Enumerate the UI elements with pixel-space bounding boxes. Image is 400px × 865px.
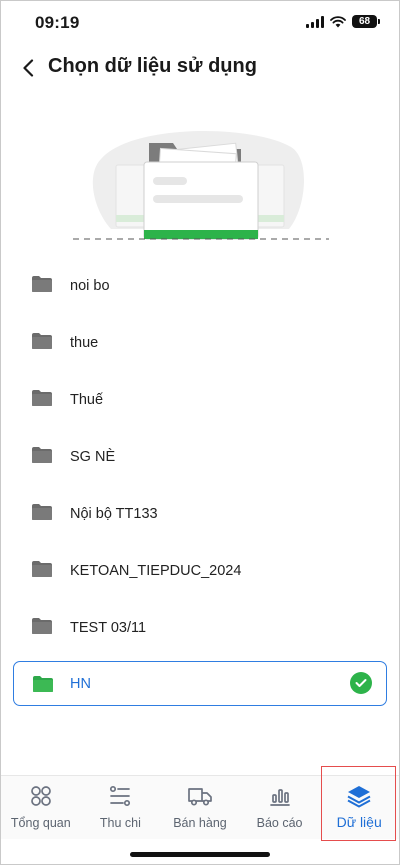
chart-icon [267,784,293,808]
battery-level: 68 [358,16,371,27]
folder-icon [32,447,52,463]
header: Chọn dữ liệu sử dụng [1,49,399,89]
nav-item-ban-hang[interactable]: Bán hàng [160,776,240,839]
folder-name: HN [70,675,91,692]
nav-label: Thu chi [99,816,141,830]
bottom-nav: Tổng quan Thu chi Bán hàng Báo cáo Dữ li… [1,766,399,841]
folder-icon [32,276,52,292]
folder-item[interactable]: KETOAN_TIEPDUC_2024 [1,542,399,599]
nav-item-du-lieu[interactable]: Dữ liệu [319,766,399,841]
folder-item[interactable]: TEST 03/11 [1,599,399,656]
folder-name: Thuế [70,391,104,408]
empty-folder-illustration [73,131,329,240]
nav-label: Báo cáo [256,816,303,830]
signal-icon [306,15,324,28]
nav-item-tong-quan[interactable]: Tổng quan [1,776,81,839]
folder-name: TEST 03/11 [70,619,147,636]
grid-icon [28,784,54,808]
list-icon [107,784,133,808]
folder-name: thue [70,334,99,351]
folder-name: KETOAN_TIEPDUC_2024 [70,562,242,579]
chevron-left-icon [23,59,34,77]
nav-item-bao-cao[interactable]: Báo cáo [240,776,320,839]
folder-item[interactable]: Nội bộ TT133 [1,485,399,542]
folder-item[interactable]: thue [1,314,399,371]
folder-icon [32,390,52,406]
folder-item-selected[interactable]: HN [13,661,387,706]
nav-label: Dữ liệu [336,814,382,830]
folder-icon [32,504,52,520]
nav-label: Bán hàng [173,816,227,830]
home-indicator [130,852,270,857]
folder-name: noi bo [70,277,110,294]
folder-list: noi bo thue Thuế SG NÈ Nội bộ TT133 KETO… [1,257,399,706]
folder-icon [33,676,53,692]
folder-name: Nội bộ TT133 [70,505,158,522]
folder-item[interactable]: SG NÈ [1,428,399,485]
back-button[interactable] [13,53,43,83]
nav-item-thu-chi[interactable]: Thu chi [81,776,161,839]
page-title: Chọn dữ liệu sử dụng [48,55,257,77]
status-indicators: 68 [306,15,380,28]
check-icon [350,672,372,694]
truck-icon [187,784,213,808]
folder-item[interactable]: noi bo [1,257,399,314]
nav-label: Tổng quan [10,816,71,830]
folder-name: SG NÈ [70,448,116,465]
status-time: 09:19 [35,13,80,32]
folder-item[interactable]: Thuế [1,371,399,428]
battery-icon: 68 [352,15,380,28]
folder-icon [32,561,52,577]
folder-icon [32,333,52,349]
status-bar: 09:19 68 [1,1,399,45]
layers-icon [346,784,372,808]
folder-icon [32,618,52,634]
wifi-icon [330,15,346,27]
